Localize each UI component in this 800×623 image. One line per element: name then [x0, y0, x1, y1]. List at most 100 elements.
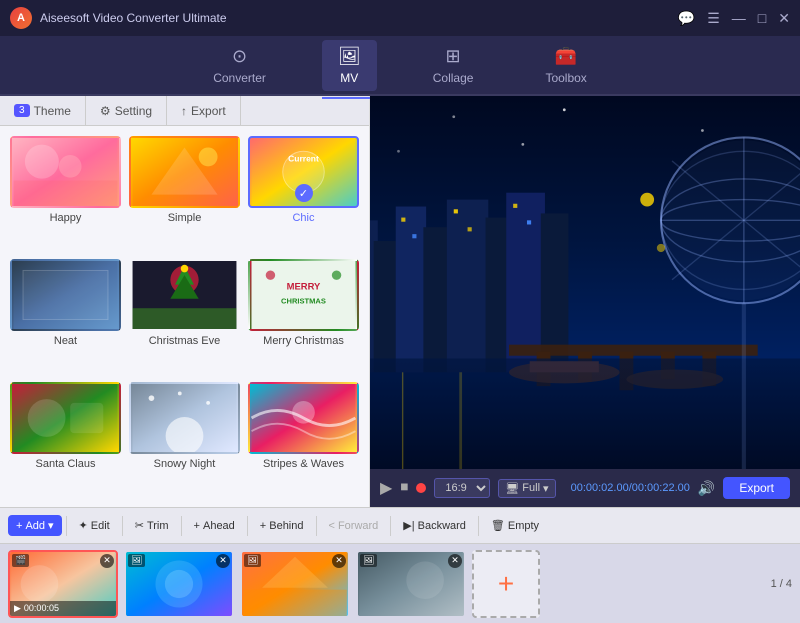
minimize-button[interactable]: — [732, 10, 746, 26]
tab-converter[interactable]: ⊙ Converter [197, 40, 282, 91]
snowy-night-label: Snowy Night [154, 458, 216, 470]
ahead-icon: + [194, 520, 200, 532]
film-clip-4[interactable]: 🖼 ✕ [356, 550, 466, 618]
plus-icon: + [16, 520, 22, 532]
clip3-close-icon[interactable]: ✕ [332, 554, 346, 568]
empty-label: Empty [508, 520, 539, 532]
behind-button[interactable]: + Behind [252, 516, 312, 536]
merry-christmas-label: Merry Christmas [263, 335, 344, 347]
backward-button[interactable]: ▶| Backward [395, 515, 474, 536]
menu-button[interactable]: ☰ [707, 10, 720, 27]
add-clip-button[interactable]: + [472, 550, 540, 618]
subtab-setting[interactable]: ⚙ Setting [86, 96, 167, 125]
right-panel: ▶ ⏹ 16:9 🖥 Full ▾ 00:00:02.00/00:00:22.0… [370, 96, 800, 507]
svg-text:Current: Current [288, 154, 319, 164]
clip1-video-icon: 🎬 [12, 554, 29, 567]
chic-label: Chic [292, 212, 314, 224]
sub-tabs: 3 Theme ⚙ Setting ↑ Export [0, 96, 369, 126]
ahead-label: Ahead [203, 520, 235, 532]
left-panel: 3 Theme ⚙ Setting ↑ Export [0, 96, 370, 507]
film-clip-2[interactable]: 🖼 ✕ [124, 550, 234, 618]
theme-neat[interactable]: Neat [10, 259, 121, 374]
tab-mv[interactable]: 🖼 MV [322, 40, 377, 91]
play-button[interactable]: ▶ [380, 478, 392, 498]
neat-label: Neat [54, 335, 77, 347]
clip1-time: ▶ 00:00:05 [10, 601, 116, 616]
bottom-toolbar: + Add ▾ ✦ Edit ✂ Trim + Ahead + Behind <… [0, 507, 800, 543]
subtab-theme[interactable]: 3 Theme [0, 96, 86, 125]
trash-icon: 🗑 [491, 519, 505, 532]
nav-tabs: ⊙ Converter 🖼 MV ⊞ Collage 🧰 Toolbox [0, 36, 800, 96]
chat-button[interactable]: 💬 [678, 10, 695, 27]
close-button[interactable]: ✕ [778, 10, 790, 27]
forward-icon: < [329, 520, 335, 532]
time-display: 00:00:02.00/00:00:22.00 [571, 482, 690, 494]
film-clip-1[interactable]: 🎬 ✕ ▶ 00:00:05 [8, 550, 118, 618]
simple-label: Simple [168, 212, 202, 224]
empty-button[interactable]: 🗑 Empty [483, 515, 547, 536]
clip4-image-icon: 🖼 [360, 554, 377, 567]
collage-icon: ⊞ [446, 46, 461, 67]
stop-button[interactable]: ⏹ [400, 479, 408, 497]
theme-christmas-eve[interactable]: Christmas Eve [129, 259, 240, 374]
film-clip-3[interactable]: 🖼 ✕ [240, 550, 350, 618]
toolbox-label: Toolbox [545, 71, 586, 85]
theme-happy[interactable]: Happy [10, 136, 121, 251]
preview-area [370, 96, 800, 469]
trim-label: Trim [147, 520, 169, 532]
mv-icon: 🖼 [338, 46, 361, 67]
svg-text:MERRY: MERRY [287, 281, 321, 292]
separator-3 [181, 516, 182, 536]
clip1-play-icon: ▶ [14, 603, 21, 614]
theme-chic[interactable]: Current ✓ Chic [248, 136, 359, 251]
maximize-button[interactable]: □ [758, 10, 766, 26]
app-logo: A [10, 7, 32, 29]
theme-simple[interactable]: Simple [129, 136, 240, 251]
clip2-close-icon[interactable]: ✕ [216, 554, 230, 568]
ratio-select[interactable]: 16:9 [434, 478, 490, 498]
page-count: 1 / 4 [771, 578, 792, 590]
separator-6 [390, 516, 391, 536]
fullscreen-button[interactable]: 🖥 Full ▾ [498, 479, 555, 498]
tab-collage[interactable]: ⊞ Collage [417, 40, 490, 91]
converter-icon: ⊙ [232, 46, 247, 67]
edit-button[interactable]: ✦ Edit [71, 515, 118, 536]
separator-2 [122, 516, 123, 536]
theme-grid: Happy Simple [0, 126, 369, 507]
backward-label: Backward [418, 520, 466, 532]
clip3-image-icon: 🖼 [244, 554, 261, 567]
clip2-image-icon: 🖼 [128, 554, 145, 567]
theme-tab-label: Theme [34, 104, 71, 118]
forward-button[interactable]: < Forward [321, 516, 387, 536]
christmas-eve-label: Christmas Eve [149, 335, 221, 347]
santa-claus-label: Santa Claus [36, 458, 96, 470]
trim-button[interactable]: ✂ Trim [127, 515, 177, 536]
filmstrip: 🎬 ✕ ▶ 00:00:05 🖼 ✕ [0, 543, 800, 623]
theme-merry-christmas[interactable]: MERRY CHRISTMAS Merry Christmas [248, 259, 359, 374]
mv-label: MV [340, 71, 358, 85]
ahead-button[interactable]: + Ahead [186, 516, 243, 536]
add-button[interactable]: + Add ▾ [8, 515, 62, 536]
theme-stripes-waves[interactable]: Stripes & Waves [248, 382, 359, 497]
scissors-icon: ✂ [135, 519, 144, 532]
export-button[interactable]: Export [723, 477, 790, 499]
tab-toolbox[interactable]: 🧰 Toolbox [529, 40, 602, 91]
theme-santa-claus[interactable]: Santa Claus [10, 382, 121, 497]
clip1-close-icon[interactable]: ✕ [100, 554, 114, 568]
edit-label: Edit [91, 520, 110, 532]
theme-snowy-night[interactable]: Snowy Night [129, 382, 240, 497]
app-title: Aiseesoft Video Converter Ultimate [40, 11, 227, 25]
theme-badge: 3 [14, 104, 30, 117]
separator-4 [247, 516, 248, 536]
converter-label: Converter [213, 71, 266, 85]
export-icon: ↑ [181, 104, 187, 118]
separator-1 [66, 516, 67, 536]
clip4-close-icon[interactable]: ✕ [448, 554, 462, 568]
subtab-export[interactable]: ↑ Export [167, 96, 241, 125]
main-content: 3 Theme ⚙ Setting ↑ Export [0, 96, 800, 507]
stripes-waves-label: Stripes & Waves [263, 458, 344, 470]
full-label: Full [522, 482, 540, 494]
record-indicator [416, 483, 426, 493]
volume-icon[interactable]: 🔊 [698, 480, 715, 497]
title-bar: A Aiseesoft Video Converter Ultimate 💬 ☰… [0, 0, 800, 36]
